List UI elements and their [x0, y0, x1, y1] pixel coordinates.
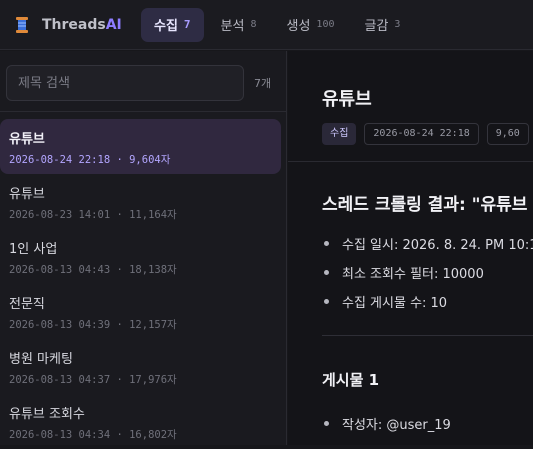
bullet-icon — [324, 421, 329, 426]
list-item[interactable]: 유튜브 조회수 2026-08-13 04:34 · 16,802자 — [0, 394, 286, 449]
list-item: 수집 일시: 2026. 8. 24. PM 10:1 — [322, 229, 533, 258]
bullet-icon — [324, 241, 329, 246]
item-meta: 2026-08-23 14:01 · 11,164자 — [9, 209, 177, 221]
meta-chips: 수집 2026-08-24 22:18 9,60 — [322, 123, 533, 145]
post-details: 작성자: @user_19 — [322, 409, 451, 438]
divider — [0, 111, 286, 112]
tab-generate[interactable]: 생성 100 — [274, 8, 348, 42]
item-meta: 2026-08-13 04:43 · 18,138자 — [9, 264, 177, 276]
char-count-badge: 9,60 — [486, 123, 529, 145]
item-meta: 2026-08-24 22:18 · 9,604자 — [9, 154, 171, 166]
app-name: ThreadsAI — [42, 16, 122, 33]
page-title: 유튜브 — [322, 89, 372, 110]
item-title: 병원 마케팅 — [9, 352, 73, 367]
item-title: 전문직 — [9, 297, 45, 312]
bullet-icon — [324, 299, 329, 304]
content-heading: 스레드 크롤링 결과: "유튜브 — [322, 195, 528, 215]
sidebar: 7개 유튜브 2026-08-24 22:18 · 9,604자 유튜브 202… — [0, 51, 287, 445]
tab-topics[interactable]: 글감 3 — [351, 8, 413, 42]
item-meta: 2026-08-13 04:37 · 17,976자 — [9, 374, 177, 386]
list-item: 수집 게시물 수: 10 — [322, 287, 533, 316]
tab-analysis[interactable]: 분석 8 — [208, 8, 270, 42]
app-logo[interactable]: ThreadsAI — [13, 16, 141, 34]
list-item[interactable]: 병원 마케팅 2026-08-13 04:37 · 17,976자 — [0, 339, 286, 394]
bullet-icon — [324, 270, 329, 275]
item-meta: 2026-08-13 04:34 · 16,802자 — [9, 429, 177, 441]
item-title: 유튜브 — [9, 132, 45, 147]
list-item: 작성자: @user_19 — [322, 409, 451, 438]
tab-collect[interactable]: 수집 7 — [141, 7, 204, 42]
list-item[interactable]: 유튜브 2026-08-23 14:01 · 11,164자 — [0, 174, 286, 229]
spool-icon — [13, 16, 31, 34]
list-item[interactable]: 유튜브 2026-08-24 22:18 · 9,604자 — [0, 119, 281, 174]
summary-list: 수집 일시: 2026. 8. 24. PM 10:1 최소 조회수 필터: 1… — [322, 229, 533, 316]
item-meta: 2026-08-13 04:39 · 12,157자 — [9, 319, 177, 331]
search-input[interactable] — [6, 65, 244, 101]
item-title: 유튜브 조회수 — [9, 407, 85, 422]
result-count: 7개 — [254, 77, 272, 90]
item-title: 유튜브 — [9, 187, 45, 202]
tab-count: 3 — [394, 19, 401, 30]
main-tabs: 수집 7 분석 8 생성 100 글감 3 — [141, 7, 417, 42]
list-item[interactable]: 1인 사업 2026-08-13 04:43 · 18,138자 — [0, 229, 286, 284]
post-heading: 게시물 1 — [322, 371, 380, 389]
document-viewer: 유튜브 수집 2026-08-24 22:18 9,60 스레드 크롤링 결과:… — [288, 51, 533, 445]
tab-count: 100 — [316, 19, 335, 30]
list-item: 최소 조회수 필터: 10000 — [322, 258, 533, 287]
divider — [288, 161, 533, 162]
date-badge: 2026-08-24 22:18 — [364, 123, 479, 145]
divider — [322, 335, 533, 336]
top-bar: ThreadsAI 수집 7 분석 8 생성 100 글감 3 — [0, 0, 533, 50]
tab-count: 8 — [250, 19, 257, 30]
search-row: 7개 — [6, 65, 271, 101]
document-list: 유튜브 2026-08-24 22:18 · 9,604자 유튜브 2026-0… — [0, 119, 286, 449]
tab-count: 7 — [183, 18, 191, 31]
list-item[interactable]: 전문직 2026-08-13 04:39 · 12,157자 — [0, 284, 286, 339]
item-title: 1인 사업 — [9, 242, 58, 257]
type-badge: 수집 — [322, 123, 357, 145]
